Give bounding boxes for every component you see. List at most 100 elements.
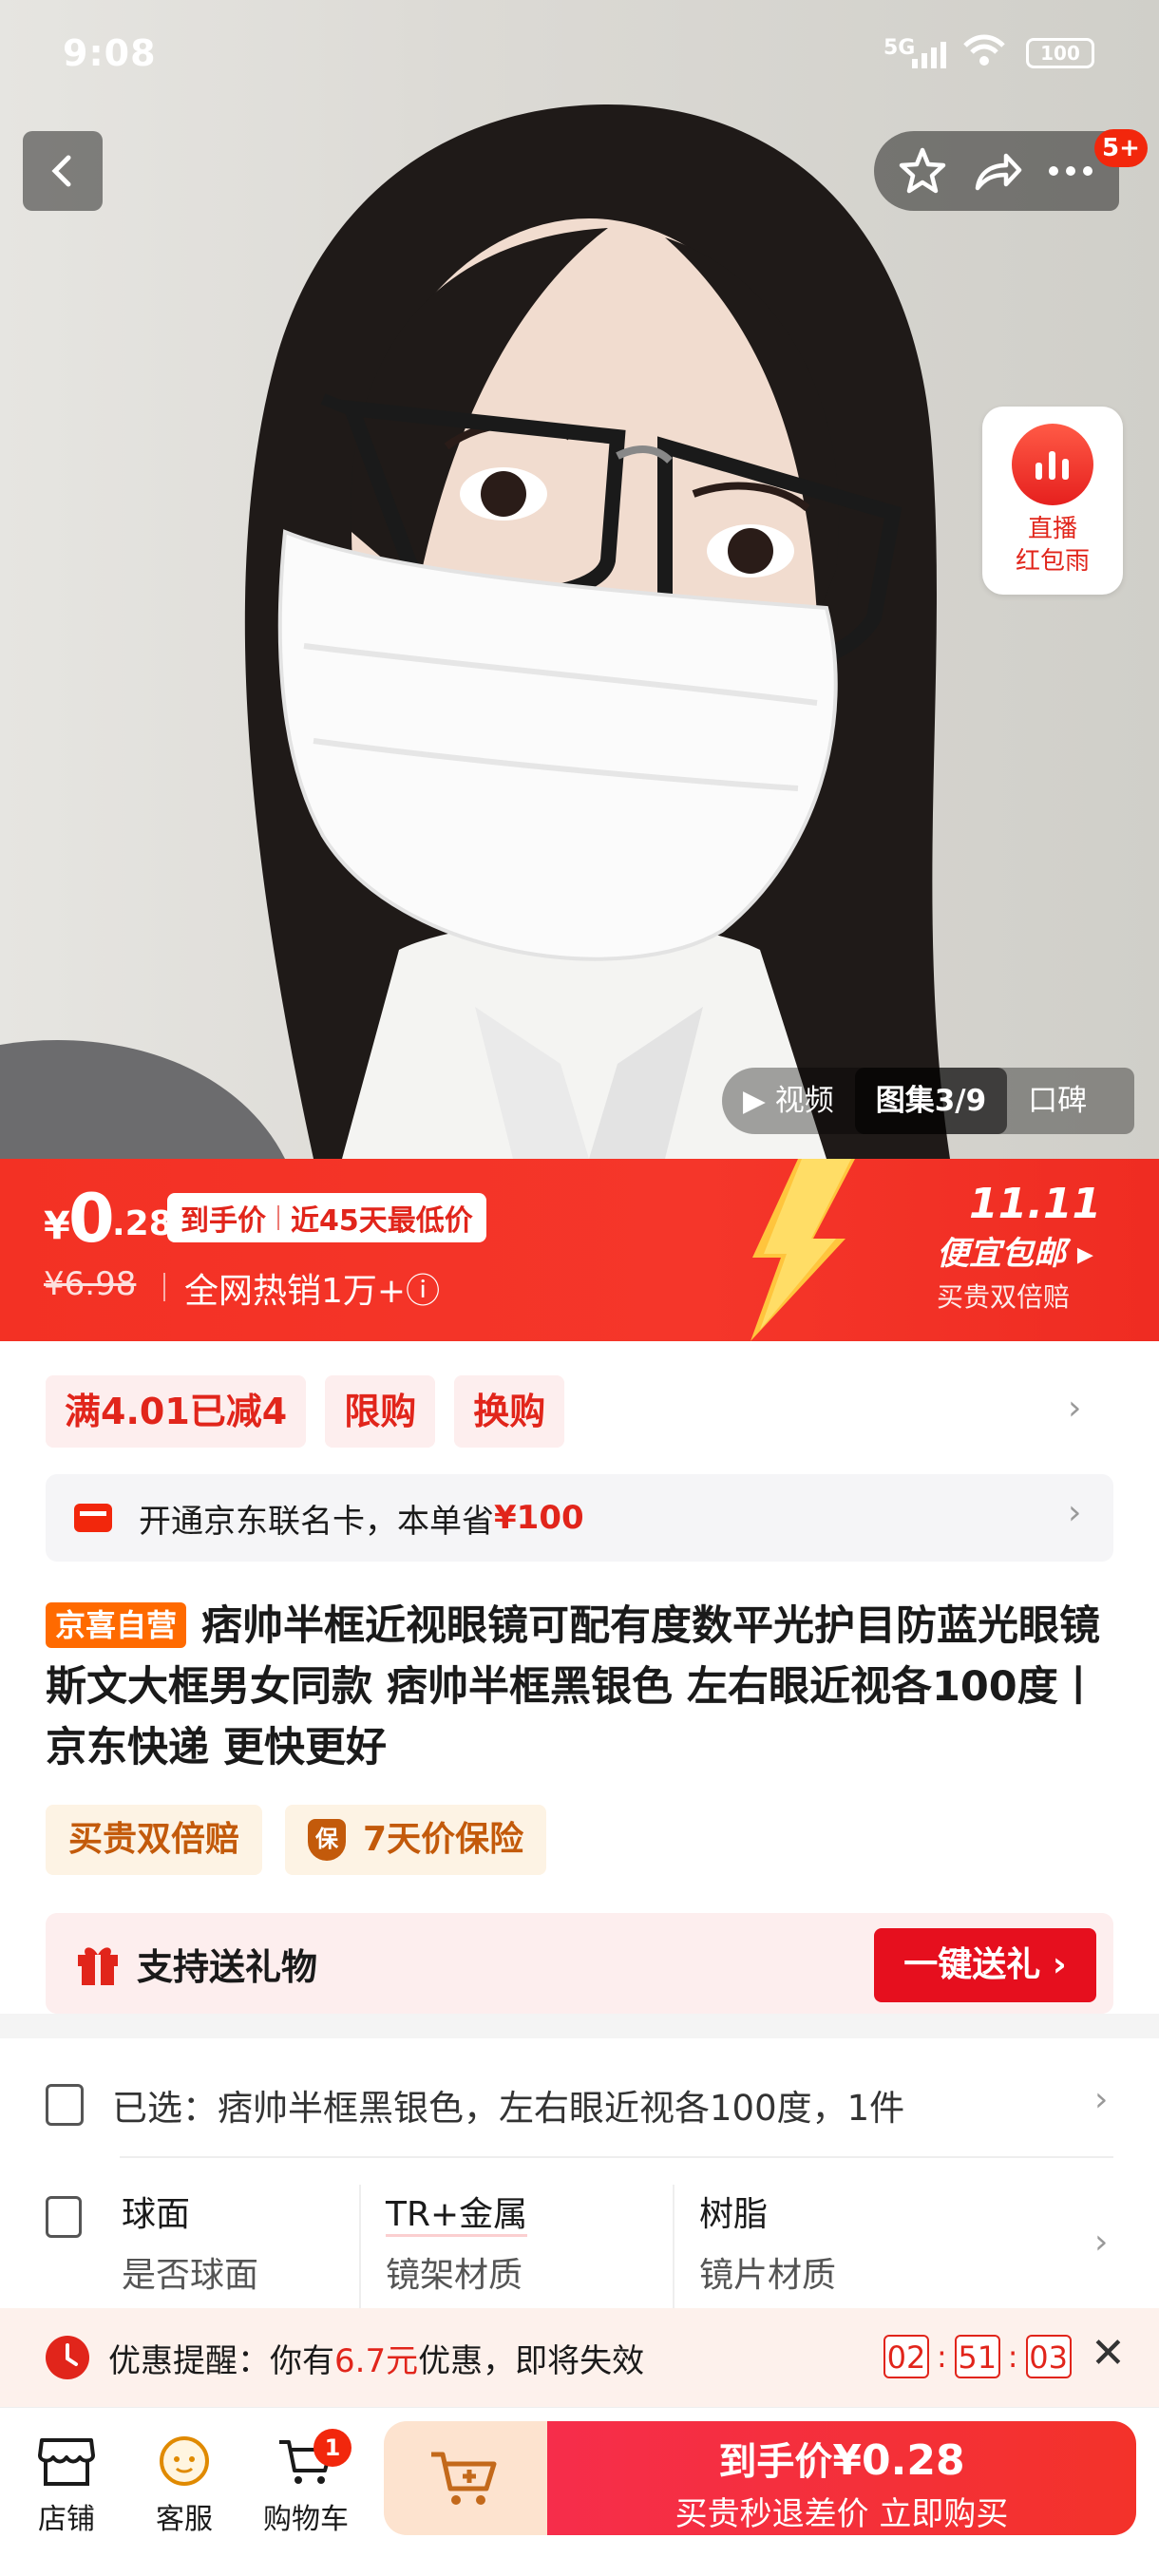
- wifi-icon: [961, 32, 1007, 80]
- play-icon: ▶: [743, 1084, 766, 1118]
- buy-price-prefix: 到手价: [718, 2440, 833, 2484]
- customer-service-button[interactable]: 客服: [127, 2423, 241, 2537]
- discount-reminder-bar: 优惠提醒：你有 6.7元 优惠，即将失效 02: 51: 03 ✕: [0, 2308, 1159, 2407]
- info-icon: ⓘ: [406, 1272, 441, 1311]
- spec-label: 镜片材质: [699, 2256, 837, 2295]
- lowest-price-label: 近45天最低价: [291, 1204, 473, 1238]
- tab-gallery[interactable]: 图集3/9: [854, 1068, 1008, 1134]
- live-red-packet-widget[interactable]: 直播 红包雨: [982, 407, 1123, 595]
- final-price-label: 到手价: [180, 1204, 266, 1238]
- tab-video-label: 视频: [774, 1084, 834, 1118]
- store-button[interactable]: 店铺: [10, 2423, 124, 2537]
- buy-price-line: 到手价¥0.28: [547, 2431, 1136, 2486]
- hot-sales-label[interactable]: 全网热销1万+ⓘ: [184, 1263, 440, 1313]
- live-icon: [1012, 424, 1093, 505]
- original-price: ¥6.98: [44, 1265, 137, 1303]
- buy-now-button[interactable]: 到手价¥0.28 买贵秒退差价 立即购买: [547, 2421, 1136, 2535]
- reminder-amount: 6.7元: [334, 2341, 419, 2380]
- spec-value: TR+金属: [386, 2195, 528, 2237]
- gift-label: 支持送礼物: [137, 1945, 318, 1988]
- favorite-button[interactable]: [889, 138, 956, 204]
- card-offer-amount: ¥100: [494, 1499, 584, 1537]
- double11-logo: 11.11: [969, 1180, 1102, 1228]
- tab-video[interactable]: ▶ 视频: [722, 1068, 855, 1134]
- double-compensation-label: 买贵双倍赔: [937, 1281, 1071, 1313]
- chip-exchange[interactable]: 换购: [454, 1375, 565, 1448]
- live-label-1: 直播: [1027, 515, 1077, 543]
- countdown-timer: 02: 51: 03: [884, 2335, 1072, 2378]
- hot-sales-text: 全网热销1万+: [184, 1272, 407, 1311]
- lightning-icon: [750, 1159, 855, 1341]
- gift-row: 支持送礼物 一键送礼 ›: [46, 1913, 1113, 2014]
- selected-variant-text: 已选：痞帅半框黑银色，左右眼近视各100度，1件: [112, 2088, 905, 2129]
- buy-now-label: 买贵秒退差价 立即购买: [674, 2495, 1009, 2533]
- co-brand-card-offer[interactable]: 开通京东联名卡，本单省 ¥100 ›: [46, 1474, 1113, 1562]
- price-banner: ¥ 0 .28 到手价 近45天最低价 ¥6.98 全网热销1万+ⓘ 11.11…: [0, 1159, 1159, 1341]
- chevron-right-icon: ›: [1068, 1493, 1082, 1532]
- spec-label: 镜架材质: [386, 2256, 523, 2295]
- price-decimal: .28: [112, 1204, 173, 1243]
- add-to-cart-button[interactable]: [384, 2421, 547, 2535]
- spec-label: 是否球面: [122, 2256, 259, 2295]
- tag-divider: [277, 1205, 279, 1230]
- send-gift-button[interactable]: 一键送礼 ›: [874, 1928, 1096, 2002]
- share-button[interactable]: [963, 138, 1030, 204]
- reminder-suffix: 优惠，即将失效: [418, 2341, 645, 2380]
- price-divider: [163, 1273, 165, 1301]
- close-icon[interactable]: ✕: [1091, 2329, 1126, 2377]
- buy-price-value: ¥0.28: [832, 2436, 965, 2485]
- spec-item: TR+金属 镜架材质: [359, 2185, 673, 2308]
- clock-icon: [46, 2336, 89, 2379]
- guarantee-tags: 买贵双倍赔 保 7天价保险: [46, 1805, 547, 1875]
- card-offer-text: 开通京东联名卡，本单省: [139, 1502, 494, 1541]
- store-label: 店铺: [38, 2503, 95, 2536]
- chip-limit[interactable]: 限购: [325, 1375, 436, 1448]
- double-pay-tag[interactable]: 买贵双倍赔: [46, 1805, 263, 1875]
- product-photo[interactable]: 9:08 5G 100 5+ 直播 红包雨 ▶ 视频 图集3/9 口碑: [0, 0, 1159, 1159]
- price-insurance-text: 7天价保险: [363, 1820, 524, 1859]
- free-shipping-label[interactable]: 便宜包邮 ▸: [937, 1227, 1093, 1274]
- price-currency: ¥: [44, 1204, 70, 1248]
- live-label-2: 红包雨: [1015, 547, 1090, 576]
- status-bar: 9:08 5G 100: [0, 0, 1159, 104]
- countdown-seconds: 03: [1025, 2335, 1072, 2378]
- price-insurance-tag[interactable]: 保 7天价保险: [285, 1805, 547, 1875]
- promo-chips: 满4.01已减4 限购 换购: [46, 1375, 565, 1448]
- add-cart-icon: [431, 2452, 497, 2505]
- spec-item: 树脂 镜片材质: [673, 2185, 986, 2308]
- chevron-right-icon: ›: [1094, 2223, 1109, 2262]
- send-gift-label: 一键送礼: [903, 1945, 1041, 1984]
- triangle-right-icon: ▸: [1076, 1235, 1093, 1273]
- chip-discount[interactable]: 满4.01已减4: [46, 1375, 307, 1448]
- customer-service-icon: [160, 2436, 209, 2486]
- selected-variant-row[interactable]: 已选：痞帅半框黑银色，左右眼近视各100度，1件 ›: [46, 2057, 1113, 2152]
- status-time: 9:08: [63, 32, 157, 74]
- document-icon: [46, 2196, 82, 2238]
- bottom-action-bar: 店铺 客服 购物车 1 到手价¥0.28 买贵秒退差价 立即购买: [0, 2407, 1159, 2576]
- price-integer: 0: [68, 1180, 115, 1258]
- reminder-prefix: 优惠提醒：你有: [108, 2341, 334, 2380]
- store-icon: [38, 2438, 95, 2486]
- checklist-icon: [46, 2084, 84, 2126]
- chevron-right-icon[interactable]: ›: [1068, 1389, 1081, 1428]
- self-operated-badge: 京喜自营: [46, 1602, 187, 1648]
- spec-row[interactable]: 球面 是否球面 TR+金属 镜架材质 树脂 镜片材质 ›: [46, 2185, 1113, 2308]
- shield-icon: 保: [308, 1819, 347, 1861]
- top-action-group: [874, 131, 1119, 211]
- product-title-text: 痞帅半框近视眼镜可配有度数平光护目防蓝光眼镜斯文大框男女同款 痞帅半框黑银色 左…: [46, 1602, 1101, 1771]
- product-title: 京喜自营 痞帅半框近视眼镜可配有度数平光护目防蓝光眼镜斯文大框男女同款 痞帅半框黑…: [46, 1596, 1119, 1778]
- row-divider: [120, 2156, 1113, 2158]
- countdown-minutes: 51: [954, 2335, 1000, 2378]
- network-label: 5G: [884, 36, 916, 60]
- tab-reviews[interactable]: 口碑: [1007, 1068, 1108, 1134]
- countdown-hours: 02: [884, 2335, 929, 2378]
- star-icon: [899, 147, 946, 194]
- cart-label: 购物车: [263, 2503, 349, 2536]
- chevron-right-icon: ›: [1052, 1945, 1067, 1984]
- cart-count-badge: 1: [314, 2429, 352, 2467]
- battery-icon: 100: [1026, 38, 1094, 68]
- free-shipping-text: 便宜包邮: [937, 1235, 1066, 1273]
- spec-item: 球面 是否球面: [46, 2185, 359, 2308]
- back-button[interactable]: [23, 131, 103, 211]
- signal-icon: [912, 42, 946, 68]
